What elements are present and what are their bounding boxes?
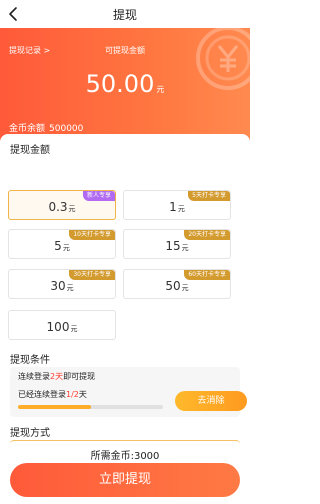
required-coins-label: 所需金币: (90, 451, 134, 462)
required-coins: 所需金币:3000 (0, 447, 250, 462)
login-progress-text: 已经连续登录1/2天 (18, 390, 87, 399)
amount-option-1[interactable]: 5天打卡专享 1元 (123, 190, 231, 220)
option-value: 100元 (46, 320, 78, 334)
amount-option-15[interactable]: 20天打卡专享 15元 (123, 229, 231, 259)
coin-balance-value: 500000 (49, 124, 84, 134)
option-value: 0.3元 (48, 200, 76, 214)
option-value: 1元 (169, 200, 185, 214)
method-option-edge (10, 440, 240, 444)
condition-box: 连续登录2天即可提现 已经连续登录1/2天 去消除 (10, 367, 247, 417)
amount-section-title: 提现金额 (10, 145, 50, 156)
amount-option-30[interactable]: 30天打卡专享 30元 (8, 269, 116, 299)
login-progress-bar (18, 405, 163, 409)
coin-balance: 金币余额 500000 (9, 121, 83, 134)
amount-option-50[interactable]: 60天打卡专享 50元 (123, 269, 231, 299)
go-clear-button[interactable]: 去消除 (175, 391, 247, 411)
method-section-title: 提现方式 (10, 428, 50, 439)
amount-unit: 元 (156, 85, 165, 94)
amount-option-100[interactable]: 100元 (8, 310, 116, 340)
option-value: 15元 (165, 239, 189, 253)
balance-banner: 提现记录 > 可提现金额 50.00 元 金币余额 500000 (0, 28, 250, 142)
condition-section-title: 提现条件 (10, 355, 50, 366)
available-amount: 50.00 元 (0, 70, 250, 98)
amount-option-5[interactable]: 10天打卡专享 5元 (8, 229, 116, 259)
login-progress-fill (18, 405, 91, 409)
option-value: 50元 (165, 279, 189, 293)
coin-balance-label: 金币余额 (9, 124, 46, 134)
available-amount-label: 可提现金额 (105, 46, 145, 55)
option-value: 5元 (54, 239, 70, 253)
option-value: 30元 (50, 279, 74, 293)
withdraw-now-button[interactable]: 立即提现 (10, 463, 240, 497)
top-bar: 提现 (0, 0, 250, 28)
required-coins-value: 3000 (133, 451, 160, 462)
login-requirement-text: 连续登录2天即可提现 (18, 372, 96, 381)
page-title: 提现 (112, 8, 137, 22)
amount-value: 50.00 (85, 70, 155, 98)
amount-option-0-3[interactable]: 新人专享 0.3元 (8, 190, 116, 220)
